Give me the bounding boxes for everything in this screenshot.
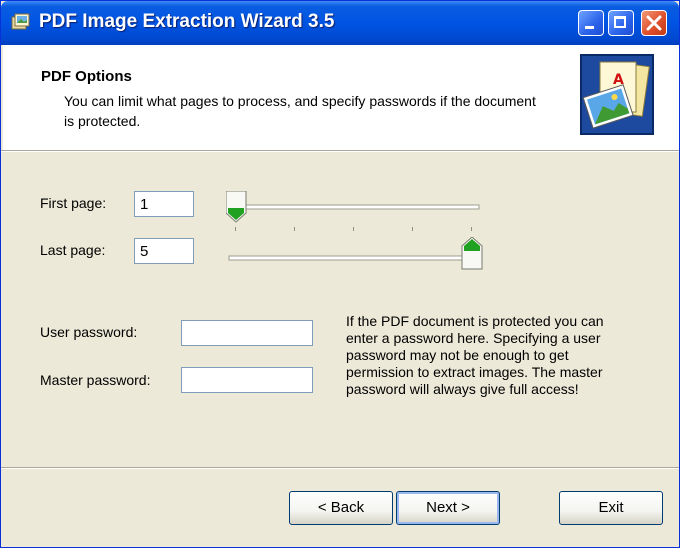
wizard-header: PDF Options You can limit what pages to … [3,45,679,150]
footer-divider-highlight [1,468,679,469]
pdf-images-icon: A [580,54,654,135]
first-page-label: First page: [40,195,107,211]
last-page-slider[interactable] [226,237,486,273]
wizard-window: PDF Image Extraction Wizard 3.5 PDF Opti… [0,0,680,548]
first-page-slider-thumb[interactable] [226,191,247,223]
last-page-input[interactable] [134,238,194,264]
next-button[interactable]: Next > [396,491,500,525]
user-password-label: User password: [40,324,138,340]
slider-ticks [235,227,472,231]
master-password-field[interactable] [181,367,313,393]
password-info-text: If the PDF document is protected you can… [346,313,604,397]
exit-button[interactable]: Exit [559,491,663,525]
app-icon [11,13,30,30]
master-password-label: Master password: [40,372,151,388]
maximize-button[interactable] [608,10,634,36]
window-title: PDF Image Extraction Wizard 3.5 [39,11,335,32]
minimize-button[interactable] [578,10,604,36]
page-description: You can limit what pages to process, and… [64,93,536,129]
first-page-input[interactable] [134,191,194,217]
header-divider-highlight [1,151,679,152]
first-page-slider[interactable] [226,191,486,237]
back-button[interactable]: < Back [289,491,393,525]
last-page-slider-thumb[interactable] [461,237,483,270]
last-page-label: Last page: [40,242,106,258]
close-icon [646,15,662,31]
page-title: PDF Options [41,68,132,85]
title-bar[interactable]: PDF Image Extraction Wizard 3.5 [1,1,679,45]
close-button[interactable] [641,10,667,36]
user-password-field[interactable] [181,320,313,346]
